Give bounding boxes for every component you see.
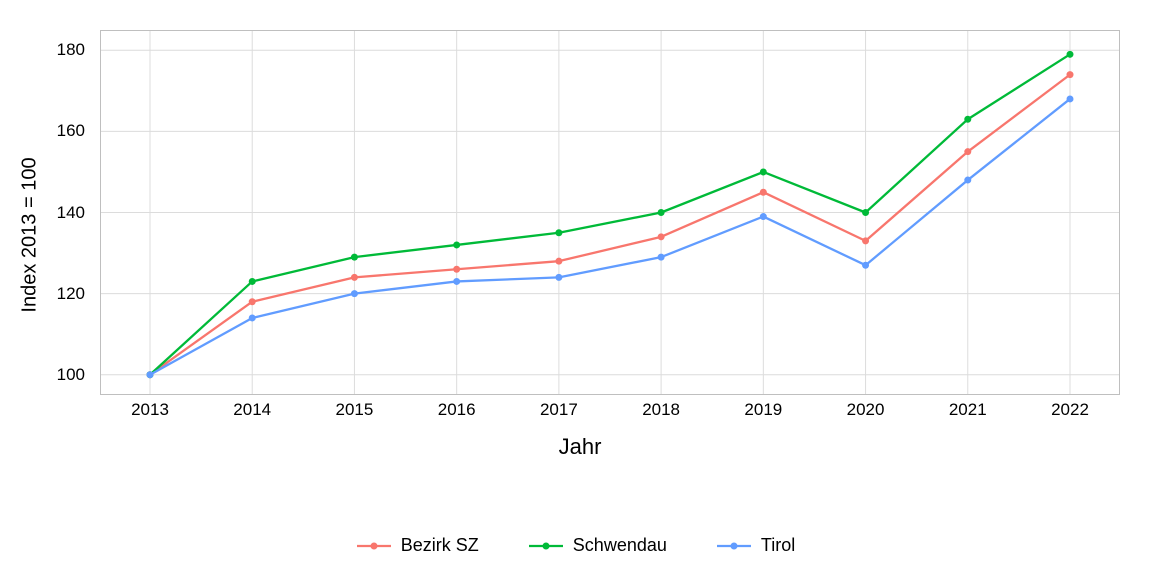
x-tick-label: 2022 [1051,400,1089,420]
x-tick-label: 2017 [540,400,578,420]
series-point [453,241,460,248]
y-tick-label: 100 [30,365,85,385]
series-point [555,229,562,236]
legend-swatch [357,539,391,553]
y-tick-label: 120 [30,284,85,304]
series-line [150,54,1070,374]
series-line [150,75,1070,375]
x-tick-label: 2021 [949,400,987,420]
x-axis-ticks: 2013 2014 2015 2016 2017 2018 2019 2020 2021 2022 [100,400,1120,425]
x-tick-label: 2013 [131,400,169,420]
legend-item: Bezirk SZ [357,535,479,556]
series-point [351,254,358,261]
series-point [351,290,358,297]
legend-item: Schwendau [529,535,667,556]
series-point [964,177,971,184]
series-point [658,209,665,216]
x-tick-label: 2020 [847,400,885,420]
x-tick-label: 2015 [336,400,374,420]
series-point [760,213,767,220]
series-point [862,209,869,216]
legend-label: Bezirk SZ [401,535,479,556]
y-tick-label: 180 [30,40,85,60]
legend-swatch [717,539,751,553]
series-point [862,262,869,269]
series-point [658,233,665,240]
series-point [351,274,358,281]
legend-swatch [529,539,563,553]
series-point [964,148,971,155]
x-tick-label: 2014 [233,400,271,420]
series-point [658,254,665,261]
series-point [760,189,767,196]
series-point [453,278,460,285]
y-tick-label: 140 [30,203,85,223]
series-point [862,237,869,244]
series-point [964,116,971,123]
series-point [453,266,460,273]
x-tick-label: 2016 [438,400,476,420]
x-tick-label: 2019 [744,400,782,420]
series-point [147,371,154,378]
series-point [1067,95,1074,102]
x-axis-title: Jahr [559,434,602,460]
y-tick-label: 160 [30,121,85,141]
x-tick-label: 2018 [642,400,680,420]
legend: Bezirk SZ Schwendau Tirol [0,535,1152,556]
legend-item: Tirol [717,535,795,556]
chart-shell: Index 2013 = 100 100120140160180 2013201… [30,20,1130,450]
series-point [760,168,767,175]
series-point [1067,51,1074,58]
legend-label: Schwendau [573,535,667,556]
plot-area [100,30,1120,395]
chart-container: Index 2013 = 100 100120140160180 2013201… [0,0,1152,576]
series-point [249,314,256,321]
legend-label: Tirol [761,535,795,556]
series-line [150,99,1070,375]
series-point [555,274,562,281]
series-point [1067,71,1074,78]
series-point [555,258,562,265]
y-axis-ticks: 100 120 140 160 180 [30,30,95,395]
series-point [249,298,256,305]
series-point [249,278,256,285]
